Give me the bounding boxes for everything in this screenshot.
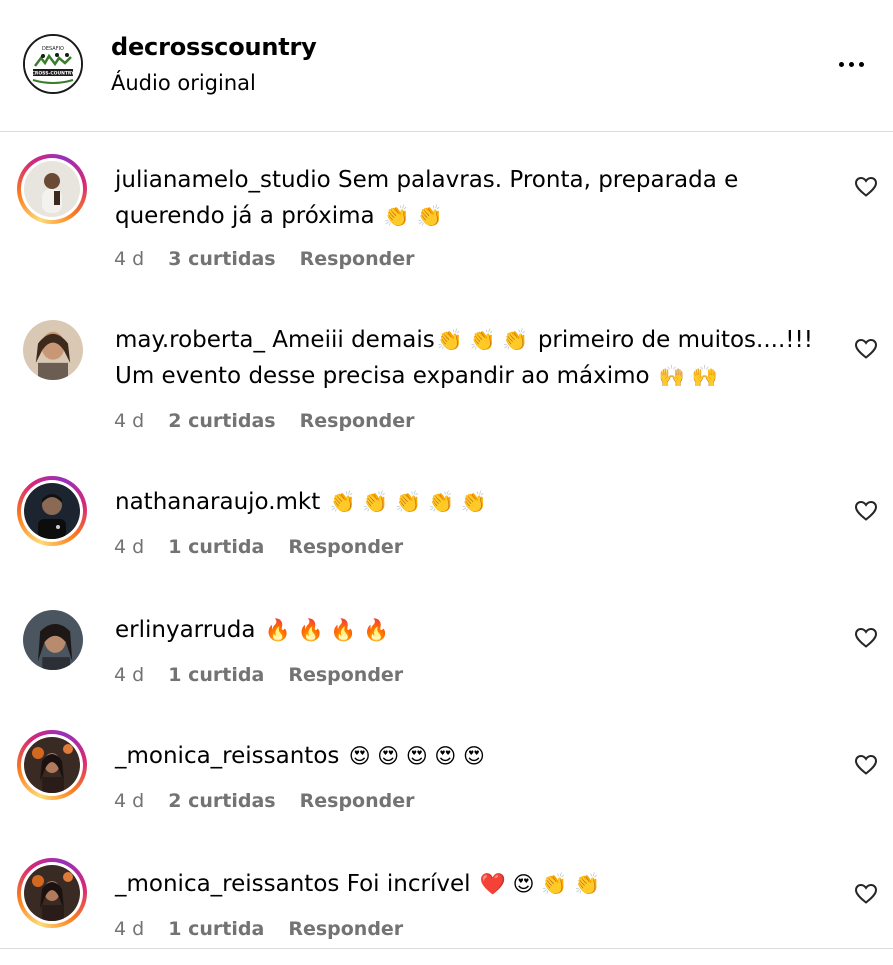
- post-header: DESAFIO CROSS-COUNTRY decrosscountry Áud…: [0, 0, 893, 132]
- comment-body: nathanaraujo.mkt 👏 👏 👏 👏 👏: [115, 484, 835, 520]
- raised-hands-emoji: 🙌 🙌: [658, 364, 718, 388]
- comment-username[interactable]: erlinyarruda: [115, 617, 255, 643]
- clap-emoji: 👏 👏: [383, 204, 443, 228]
- comment-likes[interactable]: 1 curtida: [168, 664, 264, 686]
- account-avatar[interactable]: DESAFIO CROSS-COUNTRY: [23, 34, 83, 94]
- reply-button[interactable]: Responder: [300, 410, 415, 432]
- comment-likes[interactable]: 1 curtida: [168, 536, 264, 558]
- profile-photo-icon: [24, 161, 80, 217]
- like-heart-icon[interactable]: [854, 882, 878, 906]
- profile-photo-icon: [23, 610, 83, 670]
- audio-label[interactable]: Áudio original: [111, 71, 256, 95]
- comment-time: 4 d: [114, 918, 145, 940]
- comment-body: _monica_reissantos 😍 😍 😍 😍 😍: [115, 738, 835, 774]
- like-heart-icon[interactable]: [854, 753, 878, 777]
- clap-emoji: 👏 👏 👏: [436, 328, 529, 352]
- reply-button[interactable]: Responder: [288, 536, 403, 558]
- comment-likes[interactable]: 2 curtidas: [168, 790, 275, 812]
- comment-username[interactable]: _monica_reissantos: [115, 871, 339, 897]
- comment-body: julianamelo_studio Sem palavras. Pronta,…: [115, 162, 835, 234]
- comment-meta: 4 d 1 curtida Responder: [114, 918, 421, 940]
- comment-time: 4 d: [114, 410, 145, 432]
- more-horizontal-icon: [839, 62, 844, 67]
- comment-username[interactable]: nathanaraujo.mkt: [115, 489, 320, 515]
- comment-likes[interactable]: 3 curtidas: [168, 248, 275, 270]
- clap-emoji: 👏 👏 👏 👏 👏: [329, 490, 488, 514]
- like-heart-icon[interactable]: [854, 626, 878, 650]
- divider: [0, 948, 893, 949]
- comment-meta: 4 d 2 curtidas Responder: [114, 410, 433, 432]
- comment-meta: 4 d 2 curtidas Responder: [114, 790, 433, 812]
- profile-photo-icon: [24, 483, 80, 539]
- profile-photo-icon: [24, 737, 80, 793]
- comment-body: erlinyarruda 🔥 🔥 🔥 🔥: [115, 612, 835, 648]
- comment-time: 4 d: [114, 248, 145, 270]
- cross-country-logo-icon: DESAFIO CROSS-COUNTRY: [25, 36, 81, 92]
- like-heart-icon[interactable]: [854, 337, 878, 361]
- reply-button[interactable]: Responder: [288, 918, 403, 940]
- profile-photo-icon: [24, 865, 80, 921]
- commenter-avatar[interactable]: [23, 320, 83, 380]
- reply-button[interactable]: Responder: [300, 248, 415, 270]
- svg-text:CROSS-COUNTRY: CROSS-COUNTRY: [32, 71, 76, 77]
- like-heart-icon[interactable]: [854, 499, 878, 523]
- svg-text:DESAFIO: DESAFIO: [42, 46, 64, 52]
- commenter-avatar[interactable]: [17, 730, 87, 800]
- comment-time: 4 d: [114, 664, 145, 686]
- profile-photo-icon: [23, 320, 83, 380]
- account-username[interactable]: decrosscountry: [111, 33, 317, 61]
- comment-likes[interactable]: 2 curtidas: [168, 410, 275, 432]
- comment-text: Ameiii demais: [272, 327, 435, 353]
- commenter-avatar[interactable]: [17, 858, 87, 928]
- like-heart-icon[interactable]: [854, 175, 878, 199]
- commenter-avatar[interactable]: [17, 154, 87, 224]
- more-options-button[interactable]: [831, 50, 873, 80]
- comment-likes[interactable]: 1 curtida: [168, 918, 264, 940]
- commenter-avatar[interactable]: [17, 476, 87, 546]
- comment-meta: 4 d 1 curtida Responder: [114, 664, 421, 686]
- more-dot: [849, 62, 854, 67]
- comment-meta: 4 d 3 curtidas Responder: [114, 248, 433, 270]
- comment-username[interactable]: may.roberta_: [115, 327, 265, 353]
- comment-time: 4 d: [114, 790, 145, 812]
- reply-button[interactable]: Responder: [300, 790, 415, 812]
- fire-emoji: 🔥 🔥 🔥 🔥: [264, 618, 390, 642]
- comment-username[interactable]: julianamelo_studio: [115, 167, 331, 193]
- comment-text: Foi incrível: [346, 871, 471, 897]
- comment-body: _monica_reissantos Foi incrível ❤️ 😍 👏 👏: [115, 866, 835, 902]
- comment-username[interactable]: _monica_reissantos: [115, 743, 339, 769]
- reply-button[interactable]: Responder: [288, 664, 403, 686]
- heart-emoji: ❤️ 😍 👏 👏: [479, 872, 601, 896]
- heart-eyes-emoji: 😍 😍 😍 😍 😍: [348, 744, 485, 768]
- comment-time: 4 d: [114, 536, 145, 558]
- commenter-avatar[interactable]: [23, 610, 83, 670]
- comment-body: may.roberta_ Ameiii demais👏 👏 👏 primeiro…: [115, 322, 835, 394]
- comment-meta: 4 d 1 curtida Responder: [114, 536, 421, 558]
- more-dot: [859, 62, 864, 67]
